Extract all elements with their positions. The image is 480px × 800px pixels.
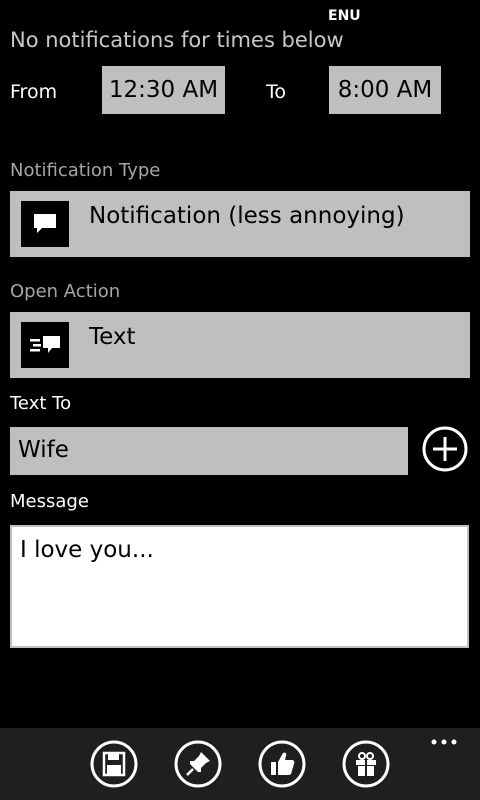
to-time-picker[interactable]: 8:00 AM (329, 66, 441, 114)
to-time-value: 8:00 AM (337, 77, 433, 103)
language-indicator: ENU (328, 8, 361, 24)
notification-type-value: Notification (less annoying) (89, 203, 405, 229)
gift-icon[interactable] (342, 740, 390, 788)
open-action-value: Text (89, 324, 136, 350)
ellipsis-icon[interactable] (428, 728, 464, 748)
from-time-value: 12:30 AM (108, 77, 219, 103)
app-bar (0, 728, 480, 800)
from-label: From (10, 81, 58, 103)
notification-type-label: Notification Type (10, 160, 161, 181)
pin-icon[interactable] (174, 740, 222, 788)
add-circle-icon[interactable] (422, 426, 468, 472)
no-notifications-heading: No notifications for times below (10, 28, 344, 52)
text-message-icon (21, 322, 69, 368)
open-action-picker[interactable]: Text (10, 312, 470, 378)
message-textarea[interactable]: I love you... (10, 525, 469, 648)
text-to-input[interactable]: Wife (10, 427, 408, 475)
speech-bubble-icon (21, 201, 69, 247)
save-icon[interactable] (90, 740, 138, 788)
open-action-label: Open Action (10, 281, 121, 302)
notification-type-picker[interactable]: Notification (less annoying) (10, 191, 470, 257)
thumbs-up-icon[interactable] (258, 740, 306, 788)
from-time-picker[interactable]: 12:30 AM (102, 66, 225, 114)
message-label: Message (10, 491, 89, 512)
text-to-label: Text To (10, 393, 72, 414)
to-label: To (266, 81, 287, 103)
